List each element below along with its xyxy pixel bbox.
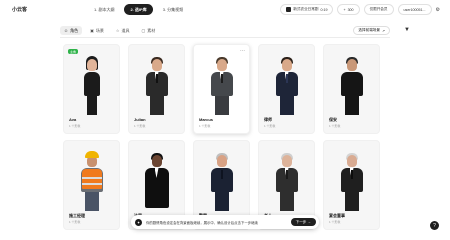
tab-materials[interactable]: ▢ 素材: [137, 26, 159, 35]
info-icon: ✦: [135, 218, 142, 226]
project-icon: [286, 7, 292, 12]
credits-value: 300: [347, 7, 354, 12]
step-ip-library[interactable]: 2. 选IP库: [124, 4, 153, 15]
character-count: 1 个形象: [199, 124, 211, 128]
user-name: user100051...: [403, 7, 426, 12]
plus-icon: +: [343, 7, 346, 12]
guide-banner: ✦ 你的剧情角色设定会在背景面板继续，展示中，确认设计后点击下一步继续 下一步 …: [131, 215, 319, 229]
top-bar: 小云客 1. 剧本大纲 2. 选IP库 3. 分集视频 新式农业日常剧 0:19…: [0, 0, 450, 20]
box-icon: ▢: [141, 28, 146, 33]
character-photo: [64, 45, 119, 115]
project-selector[interactable]: 新式农业日常剧 0:19: [280, 4, 334, 15]
tab-label: 素材: [147, 27, 156, 33]
external-link-icon: ↗: [381, 28, 385, 33]
star-icon: ☆: [115, 28, 120, 33]
header-tools: 新式农业日常剧 0:19 + 300 仅限开会员 user100051... ⚙: [280, 4, 440, 15]
character-photo: [259, 45, 314, 115]
tab-scenes[interactable]: ▣ 场景: [86, 26, 108, 35]
character-count: 1 个形象: [134, 124, 146, 128]
character-photo: [64, 141, 119, 211]
lead-badge: 主角: [68, 49, 79, 54]
character-name: Ava: [69, 117, 77, 122]
tab-characters[interactable]: ☺ 角色: [60, 26, 83, 35]
app-title: 小云客: [12, 7, 28, 13]
character-name: Julian: [134, 117, 146, 122]
character-photo: [324, 141, 379, 211]
character-count: 1 个形象: [69, 220, 81, 224]
guide-text: 你的剧情角色设定会在背景面板继续，展示中，确认设计后点击下一步继续: [146, 220, 258, 225]
character-photo: [194, 141, 249, 211]
bell-icon[interactable]: ⚙: [436, 7, 440, 13]
character-card-banquet-director[interactable]: 宴会董事 1 个形象: [323, 140, 380, 230]
scene-filter-button[interactable]: 选择前端场景 ↗: [353, 26, 390, 35]
character-name: Marcus: [199, 117, 214, 122]
character-card-julian[interactable]: Julian 1 个形象: [128, 44, 185, 134]
tab-label: 角色: [70, 27, 79, 33]
help-button[interactable]: ?: [430, 221, 439, 230]
step-navigation: 1. 剧本大纲 2. 选IP库 3. 分集视频: [88, 4, 189, 15]
step-outline[interactable]: 1. 剧本大纲: [88, 4, 120, 15]
character-card-lawyer[interactable]: 律师 1 个形象: [258, 44, 315, 134]
character-name: 施工经理: [69, 213, 85, 218]
character-count: 1 个形象: [329, 220, 341, 224]
tabs-divider: [60, 37, 390, 38]
character-card-marcus[interactable]: ⋯ Marcus 1 个形象: [193, 44, 250, 134]
tab-label: 道具: [121, 27, 130, 33]
step-episode-video[interactable]: 3. 分集视频: [157, 4, 189, 15]
next-label: 下一步: [295, 219, 307, 224]
funnel-icon[interactable]: ▼: [404, 27, 410, 33]
credits-button[interactable]: + 300: [337, 4, 360, 15]
character-card-ava[interactable]: 主角 Ava 1 个形象: [63, 44, 120, 134]
user-menu[interactable]: user100051...: [397, 4, 432, 15]
more-options-icon[interactable]: ⋯: [240, 48, 245, 54]
character-name: 律师: [264, 117, 272, 122]
project-label: 新式农业日常剧: [293, 7, 319, 11]
character-card-guard[interactable]: 保安 1 个形象: [323, 44, 380, 134]
next-step-button[interactable]: 下一步 →: [290, 218, 316, 226]
character-name: 保安: [329, 117, 337, 122]
character-photo: [129, 45, 184, 115]
character-count: 1 个形象: [264, 124, 276, 128]
character-count: 1 个形象: [69, 124, 81, 128]
tab-props[interactable]: ☆ 道具: [112, 26, 134, 35]
image-icon: ▣: [90, 28, 94, 33]
character-photo: [259, 141, 314, 211]
character-card-construction-manager[interactable]: 施工经理 1 个形象: [63, 140, 120, 230]
time-display: 0:19: [320, 7, 328, 12]
person-icon: ☺: [64, 28, 69, 33]
character-count: 1 个形象: [329, 124, 341, 128]
character-photo: [194, 45, 249, 115]
character-name: 宴会董事: [329, 213, 345, 218]
tab-label: 场景: [95, 27, 104, 33]
character-photo: [324, 45, 379, 115]
vip-button[interactable]: 仅限开会员: [363, 4, 394, 15]
character-photo: [129, 141, 184, 211]
asset-tabs: ☺ 角色 ▣ 场景 ☆ 道具 ▢ 素材: [60, 26, 159, 35]
filter-label: 选择前端场景: [358, 28, 380, 32]
character-grid: 主角 Ava 1 个形象 Julian 1 个形象 ⋯ Marcus 1 个形象…: [63, 44, 380, 230]
